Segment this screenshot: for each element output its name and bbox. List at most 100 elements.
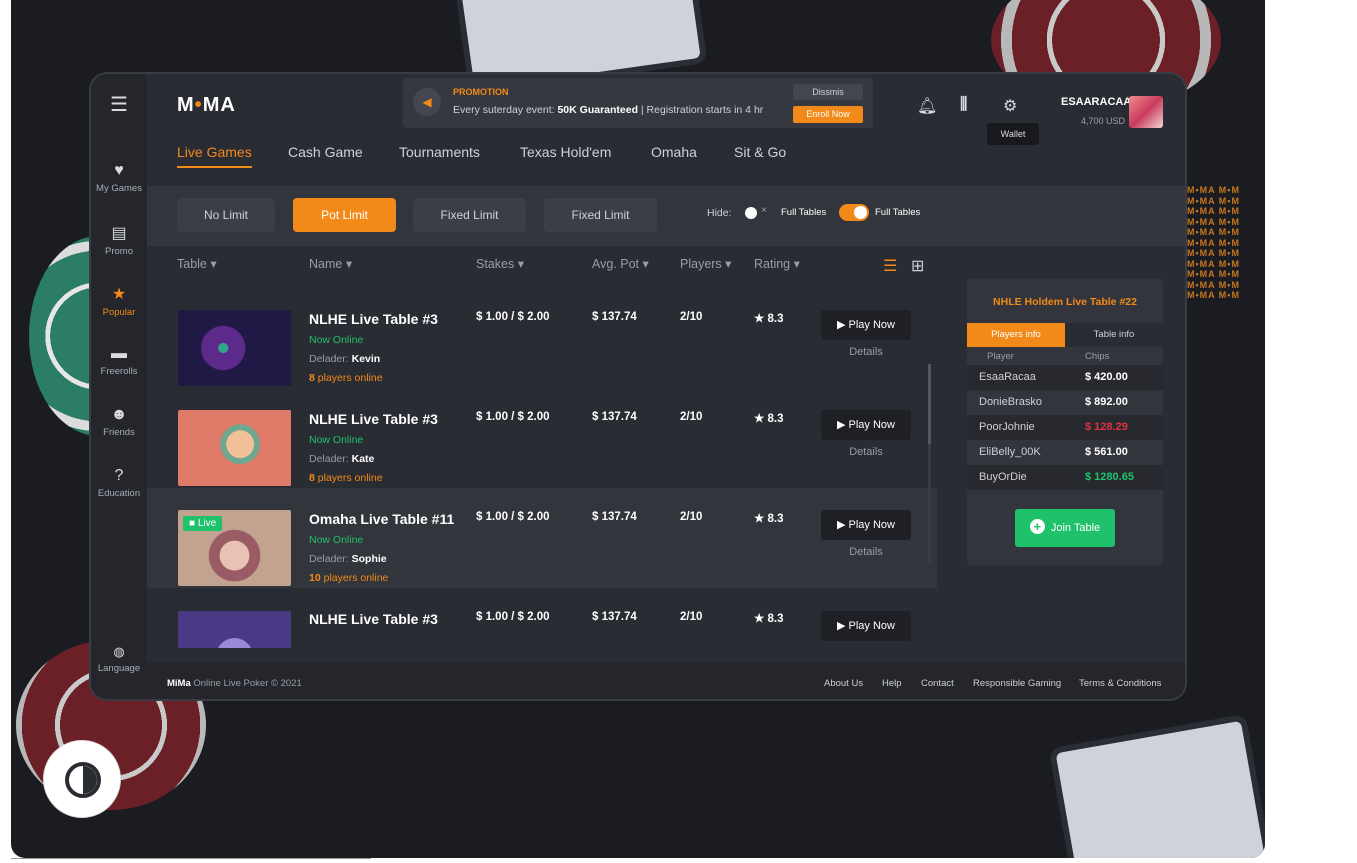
tab-omaha[interactable]: Omaha <box>651 144 697 160</box>
tab-live-games[interactable]: Live Games <box>177 144 252 168</box>
table-name[interactable]: Omaha Live Table #11 <box>309 511 454 527</box>
table-row[interactable]: NLHE Live Table #3 $ 1.00 / $ 2.00 $ 137… <box>147 601 937 648</box>
promotion-banner: ◀ PROMOTION Every suterday event: 50K Gu… <box>403 78 873 128</box>
filter-bar: No Limit Pot Limit Fixed Limit Fixed Lim… <box>147 186 1185 246</box>
column-header-stakes[interactable]: Stakes ▾ <box>476 256 524 271</box>
stakes: $ 1.00 / $ 2.00 <box>476 611 550 623</box>
filter-fixed-limit-2[interactable]: Fixed Limit <box>544 198 657 232</box>
tab-table-info[interactable]: Table info <box>1065 323 1163 347</box>
tab-sit-and-go[interactable]: Sit & Go <box>734 144 786 160</box>
play-now-button[interactable]: ▶ Play Now <box>821 310 911 340</box>
divider <box>11 858 371 859</box>
username[interactable]: ESAARACAA <box>1061 96 1131 108</box>
join-table-button[interactable]: + Join Table <box>1015 509 1115 547</box>
table-name[interactable]: NLHE Live Table #3 <box>309 411 438 427</box>
play-icon: ▶ <box>837 519 846 531</box>
stakes: $ 1.00 / $ 2.00 <box>476 411 550 423</box>
stakes: $ 1.00 / $ 2.00 <box>476 311 550 323</box>
sidebar-item-friends[interactable]: ☻ Friends <box>91 406 147 438</box>
column-header-avg-pot[interactable]: Avg. Pot ▾ <box>592 256 649 271</box>
dismiss-button[interactable]: Dissmis <box>793 84 863 100</box>
filter-fixed-limit[interactable]: Fixed Limit <box>413 198 526 232</box>
footer-link-about[interactable]: About Us <box>824 678 863 689</box>
scrollbar-thumb[interactable] <box>928 364 931 444</box>
wallet-icon[interactable]: ⚙ <box>1003 96 1017 116</box>
table-name[interactable]: NLHE Live Table #3 <box>309 311 438 327</box>
bell-icon[interactable]: 🔔︎ <box>917 96 937 116</box>
player-chips: $ 561.00 <box>1085 446 1128 458</box>
sidebar-item-label: Promo <box>105 246 133 257</box>
player-name: EliBelly_00K <box>979 446 1041 458</box>
filter-no-limit[interactable]: No Limit <box>177 198 275 232</box>
filter-pot-limit[interactable]: Pot Limit <box>293 198 396 232</box>
sidebar-item-education[interactable]: ? Education <box>91 467 147 499</box>
panel-title: NHLE Holdem Live Table #22 <box>993 296 1137 308</box>
full-tables-toggle-off[interactable]: × <box>745 205 773 220</box>
table-row[interactable]: NLHE Live Table #3 Now Online Delader: K… <box>147 288 937 388</box>
column-header-players[interactable]: Players ▾ <box>680 256 731 271</box>
sidebar-item-label: Friends <box>103 427 135 438</box>
logo-text-right: MA <box>202 94 236 116</box>
enroll-now-button[interactable]: Enroll Now <box>793 106 863 123</box>
column-header-name[interactable]: Name ▾ <box>309 256 352 271</box>
rating: ★ 8.3 <box>754 613 784 625</box>
globe-icon: ◍ <box>113 644 125 659</box>
hamburger-icon: ☰ <box>110 94 128 116</box>
tab-cash-game[interactable]: Cash Game <box>288 144 363 160</box>
star-icon: ★ <box>111 286 127 303</box>
sidebar-item-label: Freerolls <box>100 366 138 377</box>
details-link[interactable]: Details <box>821 546 911 558</box>
play-now-button[interactable]: ▶ Play Now <box>821 510 911 540</box>
play-now-button[interactable]: ▶ Play Now <box>821 410 911 440</box>
stats-icon[interactable]: ⫼ <box>960 96 967 114</box>
sidebar-item-my-games[interactable]: ♥ My Games <box>91 162 147 194</box>
grid-view-icon[interactable]: ⊞ <box>911 256 924 276</box>
tab-players-info[interactable]: Players info <box>967 323 1065 347</box>
star-icon: ★ <box>754 413 765 425</box>
players: 2/10 <box>680 411 703 423</box>
table-name[interactable]: NLHE Live Table #3 <box>309 611 438 627</box>
avatar[interactable] <box>1129 96 1163 128</box>
friends-icon: ☻ <box>110 406 128 423</box>
avg-pot: $ 137.74 <box>592 511 637 523</box>
table-row[interactable]: ■ Live Omaha Live Table #11 Now Online D… <box>147 488 937 588</box>
footer-link-contact[interactable]: Contact <box>921 678 954 689</box>
column-header-table[interactable]: Table ▾ <box>177 256 217 271</box>
tab-texas-holdem[interactable]: Texas Hold'em <box>520 144 611 160</box>
column-header-rating[interactable]: Rating ▾ <box>754 256 800 271</box>
logo[interactable]: M•MA <box>177 94 236 117</box>
players-online: 10 players online <box>309 572 389 584</box>
table-info-panel: NHLE Holdem Live Table #22 Players info … <box>967 279 1163 565</box>
avg-pot: $ 137.74 <box>592 411 637 423</box>
footer-link-terms[interactable]: Terms & Conditions <box>1079 678 1161 689</box>
play-icon: ▶ <box>837 319 846 331</box>
menu-button[interactable]: ☰ <box>91 92 147 120</box>
player-row: PoorJohnie $ 128.29 <box>967 415 1163 440</box>
theme-toggle-button[interactable] <box>43 740 121 818</box>
details-link[interactable]: Details <box>821 446 911 458</box>
briefcase-icon: ▬ <box>111 345 127 362</box>
sidebar-item-language[interactable]: ◍ Language <box>91 644 147 674</box>
avg-pot: $ 137.74 <box>592 311 637 323</box>
promotion-text: Every suterday event: 50K Guaranteed | R… <box>453 104 764 116</box>
table-row[interactable]: NLHE Live Table #3 Now Online Delader: K… <box>147 388 937 488</box>
list-view-icon[interactable]: ☰ <box>883 256 897 276</box>
full-tables-label: Full Tables <box>875 207 921 218</box>
online-status: Now Online <box>309 534 364 546</box>
star-icon: ★ <box>754 313 765 325</box>
sidebar-item-promo[interactable]: ▤ Promo <box>91 223 147 257</box>
tab-tournaments[interactable]: Tournaments <box>399 144 480 160</box>
play-now-button[interactable]: ▶ Play Now <box>821 611 911 641</box>
dealer: Delader: Kate <box>309 453 375 465</box>
sidebar-item-popular[interactable]: ★ Popular <box>91 284 147 318</box>
full-tables-toggle-on[interactable] <box>839 204 869 221</box>
star-icon: ★ <box>754 613 765 625</box>
sidebar-item-freerolls[interactable]: ▬ Freerolls <box>91 345 147 377</box>
play-icon: ▶ <box>837 419 846 431</box>
details-link[interactable]: Details <box>821 346 911 358</box>
player-row: EliBelly_00K $ 561.00 <box>967 440 1163 465</box>
sidebar-item-label: Language <box>97 663 141 674</box>
footer-link-responsible-gaming[interactable]: Responsible Gaming <box>973 678 1061 689</box>
footer-link-help[interactable]: Help <box>882 678 902 689</box>
online-status: Now Online <box>309 434 364 446</box>
